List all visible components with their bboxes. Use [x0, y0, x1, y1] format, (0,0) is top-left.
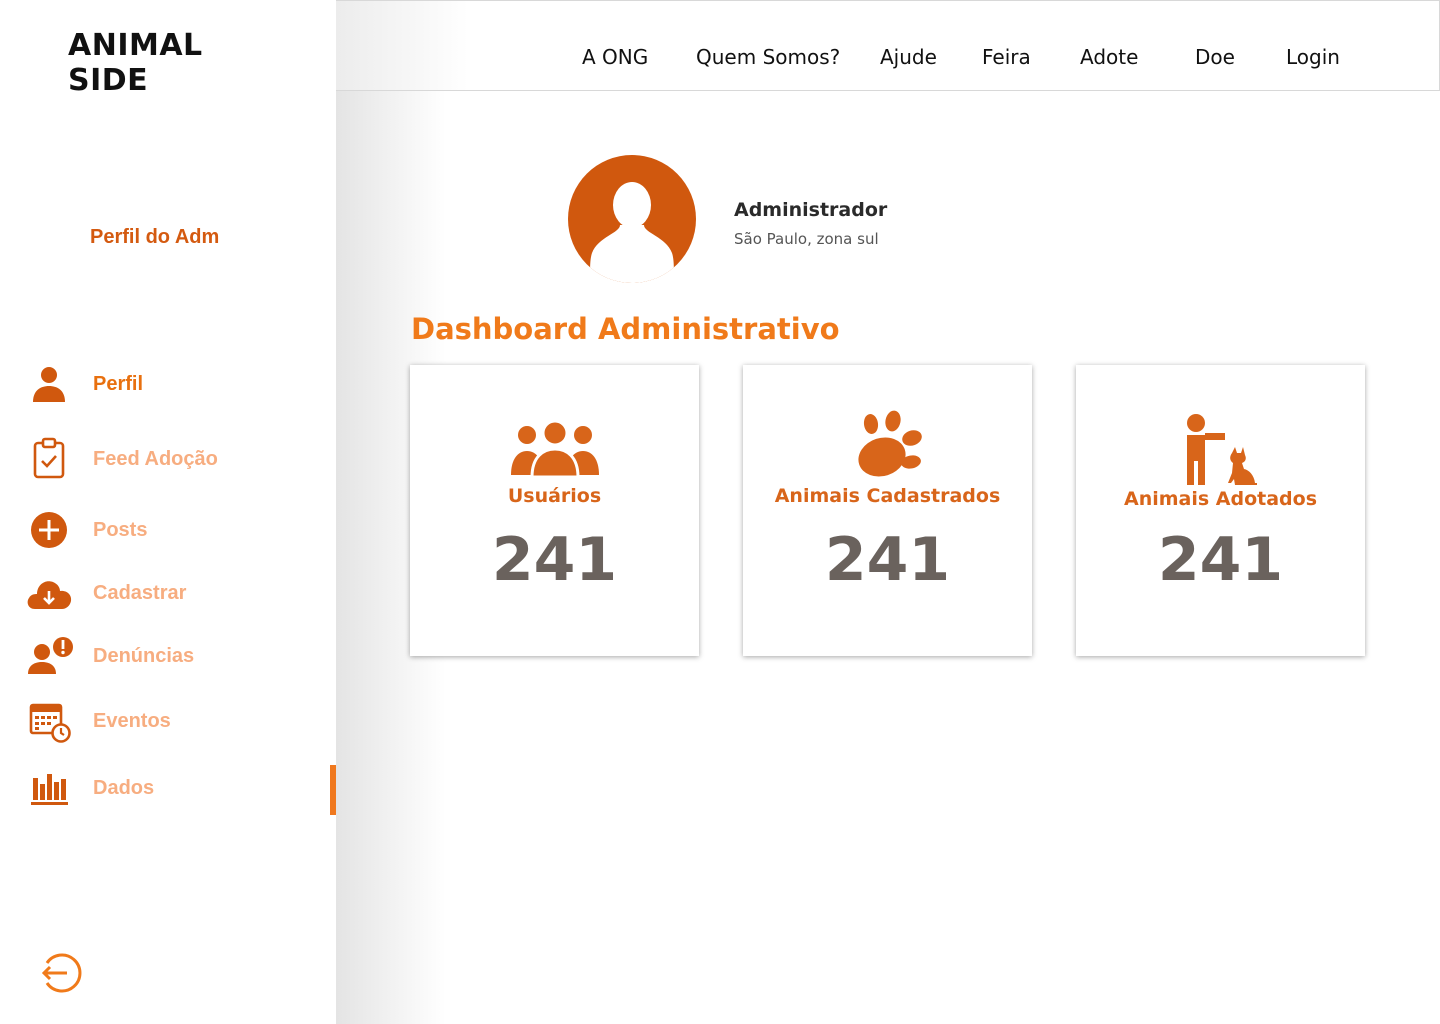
stat-card-animais-cadastrados[interactable]: Animais Cadastrados 241 [743, 365, 1032, 656]
sidebar-item-label: Posts [93, 518, 148, 541]
sidebar-item-label: Perfil [93, 372, 144, 395]
cloud-download-icon [24, 569, 74, 617]
top-navbar: A ONG Quem Somos? Ajude Feira Adote Doe … [336, 0, 1440, 91]
sidebar-item-posts[interactable]: Posts [24, 506, 324, 554]
sidebar-item-label: Dados [93, 776, 155, 799]
sidebar-item-cadastrar[interactable]: Cadastrar [24, 569, 324, 617]
users-group-icon [410, 417, 699, 479]
stat-value: 241 [491, 525, 618, 595]
sidebar-item-eventos[interactable]: Eventos [24, 697, 324, 745]
clipboard-check-icon [24, 435, 74, 483]
sidebar-item-label: Cadastrar [93, 581, 187, 604]
admin-location: São Paulo, zona sul [734, 230, 879, 248]
sidebar-item-feed-adocao[interactable]: Feed Adoção [24, 435, 324, 483]
sidebar-item-label: Eventos [93, 709, 171, 732]
person-dog-icon [1076, 413, 1365, 487]
app-logo[interactable]: ANIMAL SIDE [68, 28, 268, 98]
dashboard-title: Dashboard Administrativo [411, 312, 840, 346]
paw-icon [743, 409, 1032, 483]
nav-link-quem-somos[interactable]: Quem Somos? [696, 45, 840, 69]
stat-card-animais-adotados[interactable]: Animais Adotados 241 [1076, 365, 1365, 656]
stat-card-usuarios[interactable]: Usuários 241 [410, 365, 699, 656]
stat-value: 241 [1157, 525, 1284, 595]
nav-link-login[interactable]: Login [1286, 45, 1340, 69]
profile-section-label: Perfil do Adm [90, 226, 220, 248]
sidebar: ANIMAL SIDE Perfil do Adm Perfil Feed Ad… [0, 0, 336, 1024]
nav-link-feira[interactable]: Feira [982, 45, 1031, 69]
avatar [568, 155, 696, 283]
nav-link-adote[interactable]: Adote [1080, 45, 1138, 69]
bar-chart-icon [24, 764, 74, 812]
sidebar-item-dados[interactable]: Dados [24, 764, 324, 812]
plus-circle-icon [24, 506, 74, 554]
nav-link-doe[interactable]: Doe [1195, 45, 1235, 69]
user-alert-icon [24, 632, 74, 680]
calendar-clock-icon [24, 697, 74, 745]
user-icon [24, 360, 74, 408]
stat-label: Animais Cadastrados [774, 485, 1001, 507]
stat-label: Usuários [507, 485, 602, 507]
admin-name: Administrador [734, 199, 888, 221]
stat-label: Animais Adotados [1123, 488, 1318, 510]
sidebar-item-perfil[interactable]: Perfil [24, 360, 324, 408]
sidebar-item-label: Feed Adoção [93, 447, 218, 470]
stat-value: 241 [824, 525, 951, 595]
nav-link-ajude[interactable]: Ajude [880, 45, 937, 69]
sidebar-item-denuncias[interactable]: Denúncias [24, 632, 324, 680]
sidebar-item-label: Denúncias [93, 644, 195, 667]
logout-icon[interactable] [38, 951, 82, 995]
nav-link-a-ong[interactable]: A ONG [582, 45, 648, 69]
